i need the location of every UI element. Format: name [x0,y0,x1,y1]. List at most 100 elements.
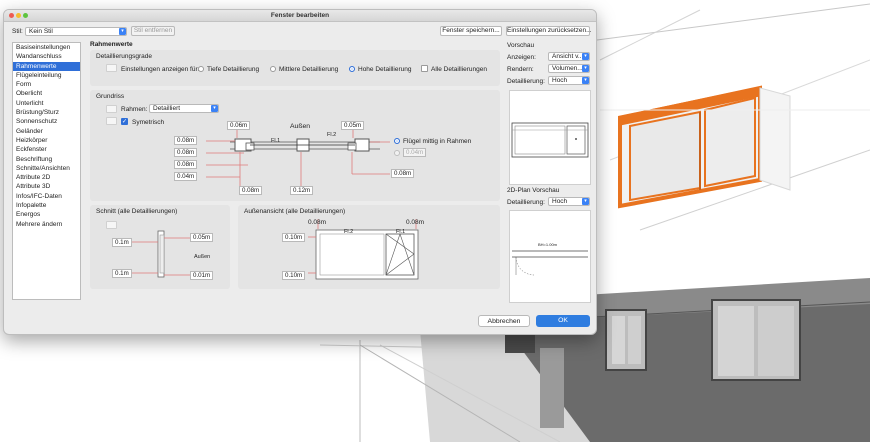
style-label: Stil: [12,28,23,35]
settings-sidebar: Basiseinstellungen Wandanschluss Rahmenwer… [12,42,81,300]
sidebar-item-19[interactable]: Mehrere ändern [13,220,80,229]
sidebar-item-8[interactable]: Sonnenschutz [13,117,80,126]
chevron-down-icon: ▾ [119,28,126,35]
sidebar-item-16[interactable]: Infos/IFC-Daten [13,192,80,201]
section-left-bottom[interactable]: 0.1m [112,269,132,278]
radio-high-detail[interactable] [349,66,355,72]
plan-preview-detail-select[interactable]: Hoch ▾ [548,197,590,206]
plan-fl1-label: Fl.1 [271,138,281,144]
sidebar-item-9[interactable]: Geländer [13,127,80,136]
dialog-title: Fenster bearbeiten [270,12,330,19]
preview-detail-label: Detaillierung: [507,78,545,85]
plan-preview-title: 2D-Plan Vorschau [507,187,560,194]
elevation-drawing [308,219,419,280]
sidebar-item-14[interactable]: Attribute 2D [13,173,80,182]
radio-wing-center[interactable] [394,138,400,144]
wing-center-label: Flügel mittig in Rahmen [403,138,472,145]
title-bar[interactable]: Fenster bearbeiten [4,10,596,22]
elevation-left-top[interactable]: 0.10m [282,233,306,242]
high-detail-label: Hohe Detaillierung [358,66,412,73]
dim-top-left[interactable]: 0.06m [227,121,251,130]
section-panel: Schnitt (alle Detaillierungen) 0.1m 0.05… [90,205,230,289]
sidebar-item-2[interactable]: Rahmenwerte [13,61,80,71]
plan-preview-dim: BH=1.00m [538,242,558,247]
sidebar-item-17[interactable]: Infopalette [13,201,80,210]
cancel-button[interactable]: Abbrechen [478,315,530,327]
dim-bottom-a[interactable]: 0.08m [239,186,263,195]
sidebar-item-13[interactable]: Schnitte/Ansichten [13,164,80,173]
dim-top-right[interactable]: 0.05m [341,121,365,130]
level-icon [106,64,117,72]
preview-title: Vorschau [507,42,535,49]
reset-settings-button[interactable]: Einstellungen zurücksetzen... [506,26,592,36]
preview-show-label: Anzeigen: [507,54,536,61]
sidebar-item-0[interactable]: Basiseinstellungen [13,43,80,52]
preview-render-value: Volumen... [552,65,583,72]
sidebar-item-1[interactable]: Wandanschluss [13,52,80,61]
sidebar-item-12[interactable]: Beschriftung [13,155,80,164]
detail-levels-panel: Detaillierungsgrade Einstellungen anzeig… [90,50,500,86]
window-elevation-preview [511,122,589,158]
section-heading: Rahmenwerte [90,41,133,48]
sidebar-item-4[interactable]: Form [13,80,80,89]
plan-preview-detail-label: Detaillierung: [507,199,545,206]
plan-outside-label: Außen [290,123,311,130]
preview-render-select[interactable]: Volumen... ▾ [548,64,590,73]
chevron-down-icon: ▾ [582,77,589,84]
detail-levels-title: Detaillierungsgrade [96,53,153,60]
2d-plan-preview-canvas[interactable]: BH=1.00m [509,210,591,303]
edit-window-dialog: Fenster bearbeiten Stil: Kein Stil ▾ Sti… [3,9,597,335]
remove-style-button[interactable]: Stil entfernen [131,26,175,36]
chevron-down-icon: ▾ [582,198,589,205]
medium-detail-label: Mittlere Detaillierung [279,66,339,73]
radio-wing-offset[interactable] [394,150,400,156]
radio-low-detail[interactable] [198,66,204,72]
elevation-panel: Außenansicht (alle Detaillierungen) 0.08… [238,205,500,289]
section-outside-label: Außen [194,254,211,260]
section-right-top[interactable]: 0.05m [190,233,214,242]
dim-right-a[interactable]: 0.04m [403,148,427,157]
show-settings-for-label: Einstellungen anzeigen für: [121,66,200,73]
dim-left-3[interactable]: 0.08m [174,160,198,169]
radio-medium-detail[interactable] [270,66,276,72]
preview-show-value: Ansicht v... [552,53,584,60]
section-right-bottom[interactable]: 0.01m [190,271,214,280]
plan-drawing [206,130,390,186]
elevation-left-bottom[interactable]: 0.10m [282,271,306,280]
sidebar-item-18[interactable]: Energos [13,210,80,219]
ok-button[interactable]: OK [536,315,590,327]
elevation-top-a[interactable]: 0.08m [308,219,326,226]
preview-show-select[interactable]: Ansicht v... ▾ [548,52,590,61]
sidebar-item-11[interactable]: Eckfenster [13,145,80,154]
plan-panel: Grundriss Rahmen: Detailliert ▾ ✓ Symetr… [90,90,500,201]
elevation-fl2-label: Fl.2 [344,229,354,235]
elevation-fl1-label: Fl.1 [396,229,406,235]
dim-left-1[interactable]: 0.08m [174,136,198,145]
all-levels-checkbox[interactable] [421,65,428,72]
sidebar-item-7[interactable]: Brüstung/Sturz [13,108,80,117]
3d-preview-canvas[interactable] [509,90,591,185]
style-select-value: Kein Stil [29,28,53,35]
dim-bottom-b[interactable]: 0.12m [290,186,314,195]
sidebar-item-10[interactable]: Heizkörper [13,136,80,145]
style-select[interactable]: Kein Stil ▾ [25,27,127,36]
sidebar-item-5[interactable]: Oberlicht [13,89,80,98]
plan-fl2-label: Fl.2 [327,132,337,138]
sidebar-item-6[interactable]: Unterlicht [13,99,80,108]
preview-render-label: Rendern: [507,66,534,73]
plan-preview-detail-value: Hoch [552,198,568,205]
chevron-down-icon: ▾ [582,65,589,72]
plan-preview-drawing [512,250,588,276]
chevron-down-icon: ▾ [582,53,589,60]
save-window-button[interactable]: Fenster speichern... [440,26,502,36]
sidebar-item-15[interactable]: Attribute 3D [13,182,80,191]
section-left-top[interactable]: 0.1m [112,238,132,247]
dim-left-4[interactable]: 0.04m [174,172,198,181]
dim-left-2[interactable]: 0.08m [174,148,198,157]
preview-detail-select[interactable]: Hoch ▾ [548,76,590,85]
sidebar-item-3[interactable]: Flügeleinteilung [13,71,80,80]
dim-right-b[interactable]: 0.08m [391,169,415,178]
elevation-top-b[interactable]: 0.08m [406,219,424,226]
preview-detail-value: Hoch [552,77,568,84]
all-levels-label: Alle Detaillierungen [431,66,488,73]
